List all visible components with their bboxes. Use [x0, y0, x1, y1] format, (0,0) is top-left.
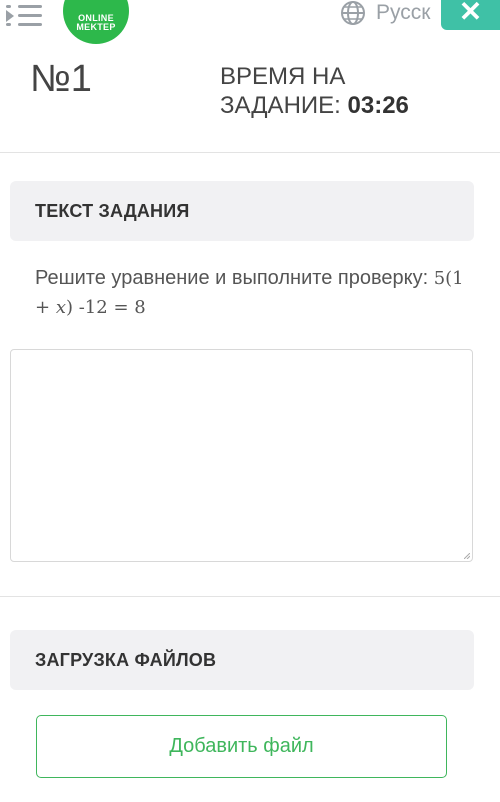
file-upload-header: ЗАГРУЗКА ФАЙЛОВ: [10, 630, 474, 690]
formula-part: ): [65, 297, 73, 318]
resize-handle-icon[interactable]: [464, 553, 470, 559]
language-label: Русск: [376, 1, 431, 24]
divider: [0, 596, 500, 597]
timer-label-line1: ВРЕМЯ НА: [220, 63, 346, 90]
divider: [0, 152, 500, 153]
menu-collapse-icon[interactable]: [6, 0, 44, 32]
formula-variable: x: [55, 297, 66, 318]
logo-line-2: MEKTEP: [76, 22, 116, 32]
answer-textarea[interactable]: [10, 349, 473, 562]
add-file-label: Добавить файл: [169, 735, 314, 757]
file-upload-title: ЗАГРУЗКА ФАЙЛОВ: [35, 650, 217, 670]
task-text-header: ТЕКСТ ЗАДАНИЯ: [10, 181, 474, 241]
task-text-title: ТЕКСТ ЗАДАНИЯ: [35, 201, 190, 221]
close-icon: ✕: [458, 0, 483, 27]
task-instruction: Решите уравнение и выполните проверку:: [35, 267, 429, 289]
online-mektep-logo[interactable]: ONLINE MEKTEP: [63, 0, 129, 44]
language-selector[interactable]: Русск: [340, 0, 430, 26]
timer-value: 03:26: [347, 92, 409, 119]
close-button[interactable]: ✕: [441, 0, 500, 30]
formula-part: = 8: [113, 297, 146, 318]
top-bar: ONLINE MEKTEP Русск ✕: [0, 0, 500, 44]
timer-label-line2: ЗАДАНИЕ:: [220, 92, 341, 119]
task-number: №1: [30, 58, 92, 100]
add-file-button[interactable]: Добавить файл: [36, 715, 447, 778]
task-text: Решите уравнение и выполните проверку: 5…: [35, 264, 465, 322]
formula-part: -12: [73, 297, 114, 318]
task-timer: ВРЕМЯ НА ЗАДАНИЕ: 03:26: [220, 62, 409, 120]
globe-icon: [341, 1, 365, 25]
